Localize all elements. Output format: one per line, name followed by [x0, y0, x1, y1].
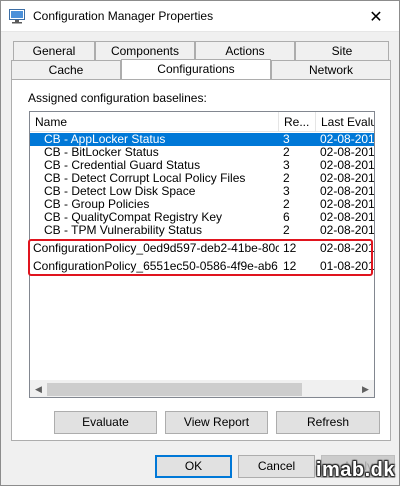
- row-last-evaluation: 02-08-2018 1...: [320, 133, 374, 146]
- row-name: ConfigurationPolicy_0ed9d597-deb2-41be-8…: [33, 242, 279, 255]
- baselines-list[interactable]: Name Re... Last Evaluati... CB - AppLock…: [29, 111, 375, 398]
- horizontal-scrollbar[interactable]: ◀ ▶: [30, 380, 374, 397]
- title-bar[interactable]: Configuration Manager Properties ✕: [1, 1, 399, 32]
- row-name: CB - Detect Low Disk Space: [44, 185, 196, 198]
- row-last-evaluation: 02-08-2018 1...: [320, 211, 374, 224]
- tab-components[interactable]: Components: [95, 41, 195, 60]
- row-last-evaluation: 02-08-2018 1...: [320, 172, 374, 185]
- row-revision: 12: [283, 260, 297, 273]
- row-name: ConfigurationPolicy_6551ec50-0586-4f9e-a…: [33, 260, 279, 273]
- column-header-last-evaluation[interactable]: Last Evaluati...: [316, 112, 374, 132]
- close-icon: ✕: [369, 8, 383, 26]
- scroll-left-icon[interactable]: ◀: [30, 381, 47, 397]
- row-revision: 2: [283, 198, 290, 211]
- row-revision: 2: [283, 224, 290, 237]
- list-item[interactable]: CB - Group Policies 2 02-08-2018 1...: [30, 198, 374, 211]
- row-name: CB - AppLocker Status: [44, 133, 166, 146]
- configurations-panel: Assigned configuration baselines: Name R…: [11, 79, 391, 441]
- row-revision: 3: [283, 185, 290, 198]
- evaluate-button[interactable]: Evaluate: [54, 411, 157, 434]
- row-last-evaluation: 02-08-2018 1...: [320, 146, 374, 159]
- list-item[interactable]: ConfigurationPolicy_6551ec50-0586-4f9e-a…: [30, 260, 374, 273]
- row-name: CB - TPM Vulnerability Status: [44, 224, 203, 237]
- row-name: CB - Detect Corrupt Local Policy Files: [44, 172, 246, 185]
- list-item[interactable]: ConfigurationPolicy_0ed9d597-deb2-41be-8…: [30, 242, 374, 255]
- row-name: CB - Credential Guard Status: [44, 159, 201, 172]
- row-revision: 6: [283, 211, 290, 224]
- row-last-evaluation: 02-08-2018 1...: [320, 185, 374, 198]
- tab-site[interactable]: Site: [295, 41, 389, 60]
- row-revision: 2: [283, 146, 290, 159]
- row-revision: 3: [283, 133, 290, 146]
- row-revision: 12: [283, 242, 297, 255]
- window-title: Configuration Manager Properties: [33, 9, 214, 23]
- ok-button[interactable]: OK: [155, 455, 232, 478]
- row-last-evaluation: 02-08-2018 1...: [320, 224, 374, 237]
- configuration-manager-icon: [9, 9, 25, 24]
- refresh-button[interactable]: Refresh: [276, 411, 380, 434]
- baselines-label: Assigned configuration baselines:: [28, 91, 207, 105]
- scrollbar-thumb[interactable]: [47, 383, 302, 396]
- tab-actions[interactable]: Actions: [195, 41, 295, 60]
- list-item[interactable]: CB - AppLocker Status 3 02-08-2018 1...: [30, 133, 374, 146]
- row-last-evaluation: 02-08-2018 1...: [320, 198, 374, 211]
- list-header: Name Re... Last Evaluati...: [30, 112, 374, 132]
- column-header-name[interactable]: Name: [30, 112, 279, 132]
- column-header-revision[interactable]: Re...: [279, 112, 316, 132]
- list-item[interactable]: CB - Detect Corrupt Local Policy Files 2…: [30, 172, 374, 185]
- tab-general[interactable]: General: [13, 41, 95, 60]
- view-report-button[interactable]: View Report: [165, 411, 268, 434]
- row-name: CB - Group Policies: [44, 198, 150, 211]
- list-item[interactable]: CB - Detect Low Disk Space 3 02-08-2018 …: [30, 185, 374, 198]
- close-button[interactable]: ✕: [353, 1, 399, 32]
- cancel-button[interactable]: Cancel: [238, 455, 315, 478]
- tab-cache[interactable]: Cache: [11, 60, 121, 79]
- list-item[interactable]: CB - TPM Vulnerability Status 2 02-08-20…: [30, 224, 374, 237]
- row-last-evaluation: 01-08-2018 1...: [320, 260, 374, 273]
- list-item[interactable]: CB - Credential Guard Status 3 02-08-201…: [30, 159, 374, 172]
- list-item[interactable]: CB - QualityCompat Registry Key 6 02-08-…: [30, 211, 374, 224]
- list-item[interactable]: CB - BitLocker Status 2 02-08-2018 1...: [30, 146, 374, 159]
- row-name: CB - QualityCompat Registry Key: [44, 211, 223, 224]
- row-name: CB - BitLocker Status: [44, 146, 159, 159]
- row-last-evaluation: 02-08-2018 1...: [320, 159, 374, 172]
- watermark-text: imab.dk: [315, 459, 395, 481]
- row-revision: 2: [283, 172, 290, 185]
- scroll-right-icon[interactable]: ▶: [357, 381, 374, 397]
- tab-network[interactable]: Network: [271, 60, 391, 79]
- row-last-evaluation: 02-08-2018 1...: [320, 242, 374, 255]
- tab-configurations[interactable]: Configurations: [121, 59, 271, 79]
- properties-window: Configuration Manager Properties ✕ Gener…: [0, 0, 400, 486]
- row-revision: 3: [283, 159, 290, 172]
- list-body: CB - AppLocker Status 3 02-08-2018 1... …: [30, 133, 374, 273]
